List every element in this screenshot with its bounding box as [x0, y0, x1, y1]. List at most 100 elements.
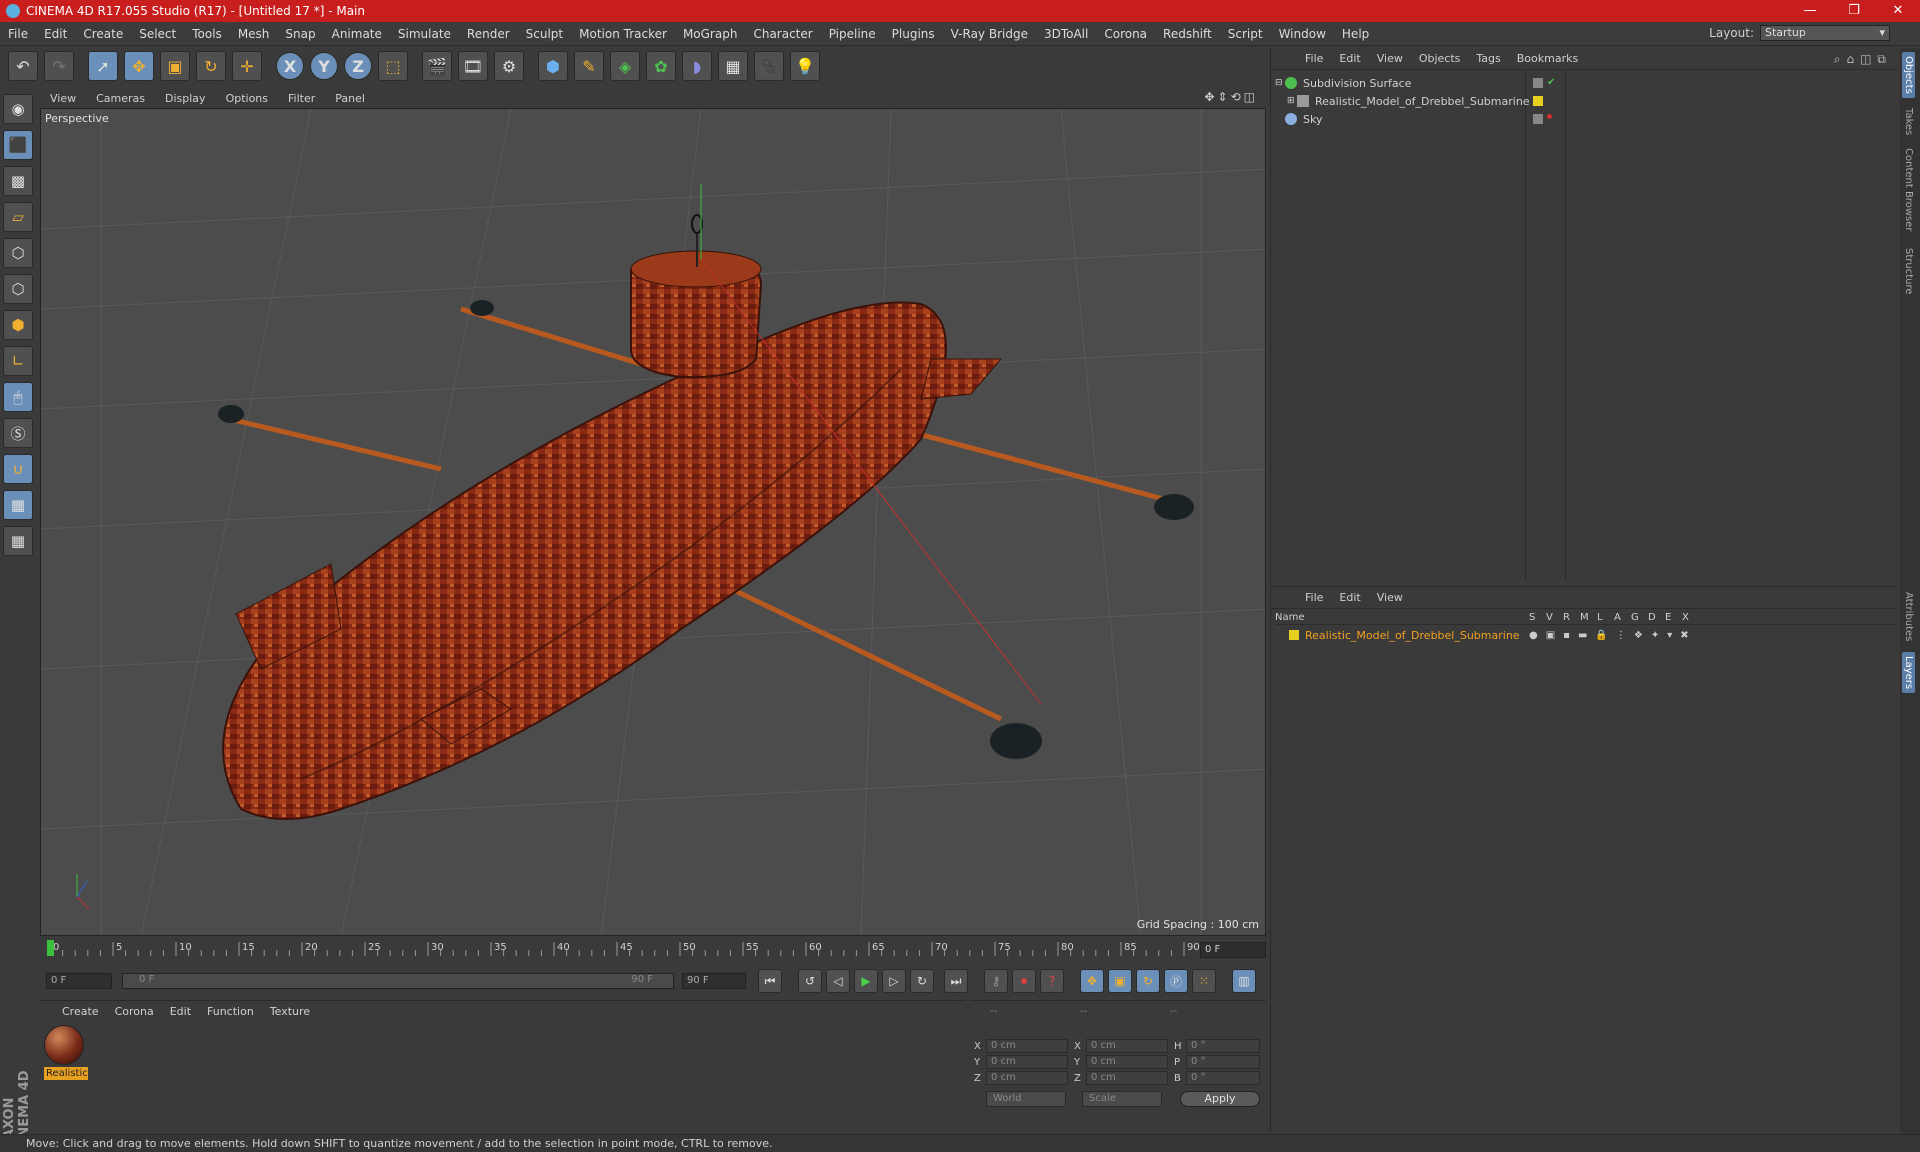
- position-z-field[interactable]: 0 cm: [986, 1071, 1068, 1085]
- menu-mesh[interactable]: Mesh: [230, 27, 278, 41]
- render-view-icon[interactable]: 🎬: [422, 51, 452, 81]
- coordinate-space-dropdown[interactable]: World: [986, 1091, 1066, 1107]
- tweak-mode-icon[interactable]: 🖱: [3, 382, 33, 412]
- position-y-field[interactable]: 0 cm: [986, 1055, 1068, 1069]
- next-key-icon[interactable]: ↻: [910, 969, 934, 993]
- material-swatch[interactable]: Realistic: [44, 1025, 88, 1080]
- perspective-viewport[interactable]: Perspective Grid Spacing : 100 cm: [40, 108, 1266, 936]
- move-icon[interactable]: ✥: [124, 51, 154, 81]
- polygons-mode-icon[interactable]: ⬢: [3, 310, 33, 340]
- material-menu-create[interactable]: Create: [54, 1005, 107, 1018]
- material-menu-texture[interactable]: Texture: [262, 1005, 318, 1018]
- menu-corona[interactable]: Corona: [1096, 27, 1155, 41]
- next-frame-icon[interactable]: ▷: [882, 969, 906, 993]
- points-mode-icon[interactable]: ⬡: [3, 238, 33, 268]
- end-frame-field[interactable]: 90 F: [682, 973, 746, 989]
- layers-menu-view[interactable]: View: [1369, 591, 1411, 604]
- visibility-toggle[interactable]: [1533, 78, 1543, 88]
- viewport-menu-display[interactable]: Display: [155, 92, 216, 105]
- viewport-navigation-icons[interactable]: ✥⇕⟲◫: [1204, 90, 1258, 104]
- rotation-p-field[interactable]: 0 °: [1186, 1055, 1260, 1069]
- current-frame-field[interactable]: 0 F: [1200, 942, 1266, 958]
- go-to-start-icon[interactable]: ⏮: [758, 969, 782, 993]
- axis-mode-icon[interactable]: ∟: [3, 346, 33, 376]
- menu-plugins[interactable]: Plugins: [884, 27, 943, 41]
- make-editable-icon[interactable]: ◉: [3, 94, 33, 124]
- menu-help[interactable]: Help: [1334, 27, 1377, 41]
- object-row[interactable]: ⊞ Realistic_Model_of_Drebbel_Submarine: [1287, 92, 1530, 110]
- layer-color-swatch[interactable]: [1533, 96, 1543, 106]
- object-row[interactable]: ⊟ Subdivision Surface: [1275, 74, 1411, 92]
- tab-takes[interactable]: Takes: [1902, 104, 1915, 139]
- floor-icon[interactable]: ▦: [718, 51, 748, 81]
- scale-icon[interactable]: ▣: [160, 51, 190, 81]
- workplane-lock-icon[interactable]: ▦: [3, 490, 33, 520]
- key-rotation-icon[interactable]: ↻: [1136, 969, 1160, 993]
- menu-sculpt[interactable]: Sculpt: [518, 27, 571, 41]
- transform-mode-dropdown[interactable]: Scale: [1082, 1091, 1162, 1107]
- object-row[interactable]: Sky: [1275, 110, 1322, 128]
- menu-edit[interactable]: Edit: [36, 27, 75, 41]
- render-off-dot[interactable]: [1547, 114, 1552, 119]
- play-icon[interactable]: ▶: [854, 969, 878, 993]
- tab-attributes[interactable]: Attributes: [1902, 588, 1915, 645]
- apply-button[interactable]: Apply: [1180, 1091, 1260, 1107]
- layer-row[interactable]: Realistic_Model_of_Drebbel_Submarine ●▣▪…: [1275, 627, 1697, 643]
- timeline-icon[interactable]: ▥: [1232, 969, 1256, 993]
- key-scale-icon[interactable]: ▣: [1108, 969, 1132, 993]
- key-icon[interactable]: ⚷: [984, 969, 1008, 993]
- viewport-menu-filter[interactable]: Filter: [278, 92, 325, 105]
- previous-frame-icon[interactable]: ◁: [826, 969, 850, 993]
- menu-script[interactable]: Script: [1220, 27, 1271, 41]
- menu-create[interactable]: Create: [75, 27, 131, 41]
- close-button[interactable]: ✕: [1876, 0, 1920, 22]
- size-y-field[interactable]: 0 cm: [1086, 1055, 1168, 1069]
- render-picture-viewer-icon[interactable]: 🎞: [458, 51, 488, 81]
- edges-mode-icon[interactable]: ⬡: [3, 274, 33, 304]
- coordinate-system-icon[interactable]: ⬚: [378, 51, 408, 81]
- layer-color-swatch[interactable]: [1289, 630, 1299, 640]
- render-settings-icon[interactable]: ⚙: [494, 51, 524, 81]
- objects-menu-edit[interactable]: Edit: [1331, 52, 1368, 65]
- menu-file[interactable]: File: [0, 27, 36, 41]
- snap-icon[interactable]: ∪: [3, 454, 33, 484]
- layers-menu-file[interactable]: File: [1297, 591, 1331, 604]
- workplane-icon[interactable]: ▱: [3, 202, 33, 232]
- menu-tools[interactable]: Tools: [184, 27, 230, 41]
- enabled-check-icon[interactable]: ✔: [1547, 78, 1557, 88]
- objects-menu-tags[interactable]: Tags: [1468, 52, 1508, 65]
- layout-dropdown[interactable]: Startup: [1760, 25, 1890, 41]
- key-position-icon[interactable]: ✥: [1080, 969, 1104, 993]
- planar-workplane-icon[interactable]: ▦: [3, 526, 33, 556]
- layers-menu-edit[interactable]: Edit: [1331, 591, 1368, 604]
- viewport-menu-view[interactable]: View: [40, 92, 86, 105]
- menu-motion-tracker[interactable]: Motion Tracker: [571, 27, 675, 41]
- menu-simulate[interactable]: Simulate: [390, 27, 459, 41]
- menu-animate[interactable]: Animate: [324, 27, 390, 41]
- y-axis-lock-icon[interactable]: Y: [310, 52, 338, 80]
- cloner-icon[interactable]: ✿: [646, 51, 676, 81]
- light-icon[interactable]: 💡: [790, 51, 820, 81]
- size-z-field[interactable]: 0 cm: [1086, 1071, 1168, 1085]
- objects-menu-file[interactable]: File: [1297, 52, 1331, 65]
- minimize-button[interactable]: —: [1788, 0, 1832, 22]
- key-parameter-icon[interactable]: Ⓟ: [1164, 969, 1188, 993]
- size-x-field[interactable]: 0 cm: [1086, 1039, 1168, 1053]
- objects-menu-view[interactable]: View: [1369, 52, 1411, 65]
- position-x-field[interactable]: 0 cm: [986, 1039, 1068, 1053]
- menu-window[interactable]: Window: [1271, 27, 1334, 41]
- maximize-button[interactable]: ❐: [1832, 0, 1876, 22]
- record-icon[interactable]: ⏺: [1012, 969, 1036, 993]
- timeline-ruler[interactable]: 0 5 10 15 20 25 30 35 40 45 50 55 60 65 70 75 80 85 90: [40, 938, 1266, 962]
- viewport-menu-cameras[interactable]: Cameras: [86, 92, 155, 105]
- start-frame-field[interactable]: 0 F: [46, 973, 112, 989]
- key-pla-icon[interactable]: ⁙: [1192, 969, 1216, 993]
- material-menu-edit[interactable]: Edit: [162, 1005, 199, 1018]
- model-mode-icon[interactable]: ⬛: [3, 130, 33, 160]
- viewport-menu-panel[interactable]: Panel: [325, 92, 375, 105]
- tab-layers[interactable]: Layers: [1902, 652, 1915, 694]
- transform-icon[interactable]: ✛: [232, 51, 262, 81]
- material-menu-function[interactable]: Function: [199, 1005, 262, 1018]
- object-manager-toolbar-icons[interactable]: ⌕⌂◫⧉: [1834, 52, 1892, 67]
- tab-objects[interactable]: Objects: [1902, 52, 1915, 98]
